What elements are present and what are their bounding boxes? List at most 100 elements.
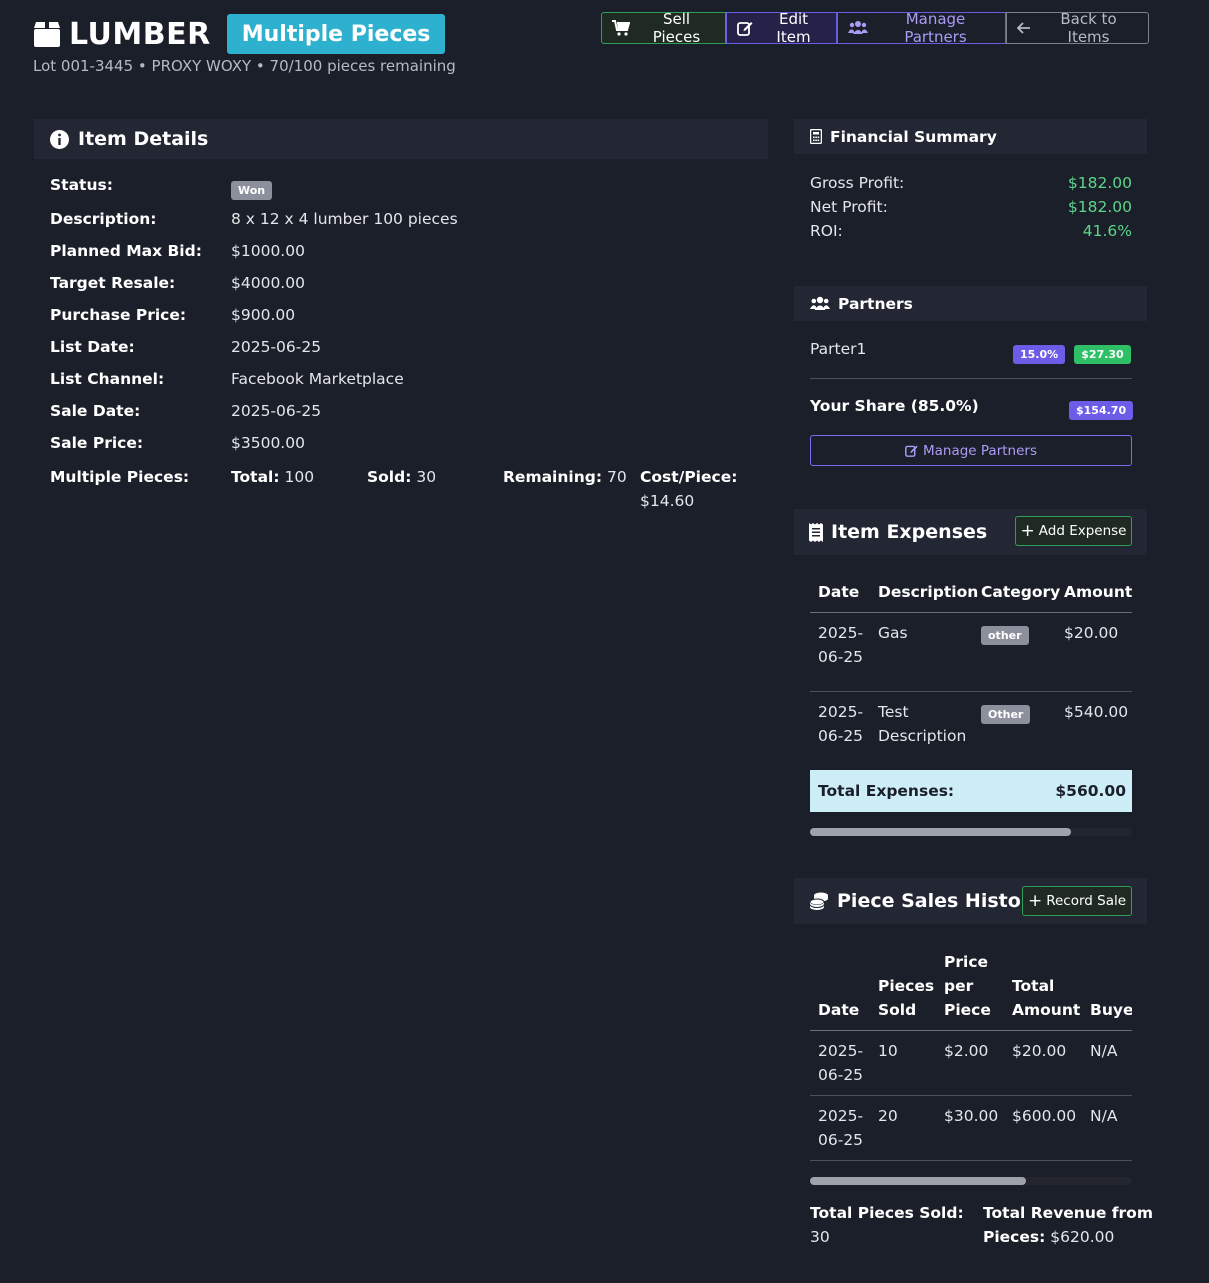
sales-scrollbar-thumb[interactable] xyxy=(810,1177,1026,1185)
expense-amount: $540.00 xyxy=(1064,703,1129,721)
detail-label: Target Resale: xyxy=(50,274,176,292)
sales-col-total-amount: Total Amount xyxy=(1012,974,1080,1022)
partners-divider xyxy=(810,378,1132,379)
expense-date: 2025- 06-25 xyxy=(818,621,863,669)
sales-history-title: Piece Sales History xyxy=(837,890,1043,912)
status-badge: Won xyxy=(231,181,273,200)
record-sale-button[interactable]: + Record Sale xyxy=(1022,886,1132,916)
page-header: LUMBER Multiple Pieces xyxy=(33,14,446,54)
detail-value: $3500.00 xyxy=(231,434,305,452)
back-to-items-button[interactable]: Back to Items xyxy=(1006,10,1149,46)
add-expense-button[interactable]: + Add Expense xyxy=(1015,516,1132,546)
detail-label: List Date: xyxy=(50,338,135,356)
roi-value: 41.6% xyxy=(1082,222,1132,240)
add-expense-label: Add Expense xyxy=(1038,523,1127,539)
expense-description-line1: Test xyxy=(878,703,909,721)
detail-label: Purchase Price: xyxy=(50,306,187,324)
cost-per-piece: Cost/Piece: $14.60 xyxy=(640,465,737,513)
total-revenue-label-line2: Pieces: xyxy=(983,1228,1046,1246)
net-profit-label: Net Profit: xyxy=(810,198,888,216)
detail-value: Facebook Marketplace xyxy=(231,370,404,388)
expense-category-badge: other xyxy=(981,626,1029,645)
sale-price: $30.00 xyxy=(944,1107,999,1125)
detail-label: List Channel: xyxy=(50,370,165,388)
expenses-col-date: Date xyxy=(818,583,860,601)
expense-description: Gas xyxy=(878,624,908,642)
sale-date: 2025- 06-25 xyxy=(818,1039,863,1087)
pieces-sold-value: 30 xyxy=(416,468,437,486)
box-icon xyxy=(34,22,60,47)
item-expenses-title: Item Expenses xyxy=(831,521,988,543)
sales-col-price-line2: per xyxy=(944,977,974,995)
cost-per-piece-label: Cost/Piece: xyxy=(640,468,738,486)
multiple-pieces-badge: Multiple Pieces xyxy=(226,14,446,54)
sales-header-divider xyxy=(810,1030,1132,1031)
net-profit-row: Net Profit: $182.00 xyxy=(810,198,1132,216)
expenses-col-amount: Amount xyxy=(1064,583,1133,601)
net-profit-value: $182.00 xyxy=(1067,198,1132,216)
detail-label: Sale Date: xyxy=(50,402,141,420)
manage-partners-button[interactable]: Manage Partners xyxy=(837,10,1006,46)
detail-value: $4000.00 xyxy=(231,274,305,292)
total-revenue: Total Revenue from Pieces: $620.00 xyxy=(983,1201,1153,1249)
item-details-title: Item Details xyxy=(78,128,209,150)
edit-icon xyxy=(737,20,753,36)
edit-item-button[interactable]: Edit Item xyxy=(726,10,837,46)
detail-value: 8 x 12 x 4 lumber 100 pieces xyxy=(231,210,458,228)
sale-buyer: N/A xyxy=(1090,1042,1118,1060)
gross-profit-value: $182.00 xyxy=(1067,174,1132,192)
back-to-items-label: Back to Items xyxy=(1060,10,1117,46)
edit-item-label: Edit Item xyxy=(776,10,811,46)
manage-partners-card-button[interactable]: Manage Partners xyxy=(810,435,1132,466)
sales-scrollbar[interactable] xyxy=(810,1177,1132,1185)
coins-icon xyxy=(809,892,828,910)
sales-col-price-per-piece: Price per Piece xyxy=(944,950,991,1022)
sale-date: 2025- 06-25 xyxy=(818,1104,863,1152)
pieces-total-label: Total: xyxy=(231,468,280,486)
expenses-header-divider xyxy=(810,612,1132,613)
financial-summary-header: Financial Summary xyxy=(794,119,1147,154)
record-sale-label: Record Sale xyxy=(1046,893,1127,909)
pieces-sold: Sold: 30 xyxy=(367,465,436,489)
multiple-pieces-label: Multiple Pieces: xyxy=(50,468,190,486)
partner-badges: 15.0% $27.30 xyxy=(1013,343,1131,364)
sales-col-price-line3: Piece xyxy=(944,1001,991,1019)
sell-pieces-label: Sell Pieces xyxy=(652,10,701,46)
gross-profit-label: Gross Profit: xyxy=(810,174,905,192)
sale-total: $20.00 xyxy=(1012,1042,1067,1060)
expenses-scrollbar-thumb[interactable] xyxy=(810,828,1071,836)
expenses-col-description: Description xyxy=(878,583,979,601)
sale-date-line2: 06-25 xyxy=(818,1066,864,1084)
sell-pieces-button[interactable]: Sell Pieces xyxy=(601,10,726,46)
detail-value: $900.00 xyxy=(231,306,296,324)
sales-col-pieces-line2: Sold xyxy=(878,1001,917,1019)
sale-pieces: 20 xyxy=(878,1107,898,1125)
detail-label: Description: xyxy=(50,210,157,228)
sales-col-pieces-sold: Pieces Sold xyxy=(878,974,934,1022)
total-pieces-sold-label: Total Pieces Sold: xyxy=(810,1204,964,1222)
sale-date-line1: 2025- xyxy=(818,1042,864,1060)
item-details-header: Item Details xyxy=(34,119,768,159)
sales-col-date: Date xyxy=(818,1001,860,1019)
page-title: LUMBER xyxy=(69,16,211,52)
expenses-scrollbar[interactable] xyxy=(810,828,1132,836)
expense-date-line1: 2025- xyxy=(818,624,864,642)
pieces-remaining: Remaining: 70 xyxy=(503,465,627,489)
cost-per-piece-value: $14.60 xyxy=(640,492,695,510)
expense-date-line2: 06-25 xyxy=(818,648,864,666)
detail-value: 2025-06-25 xyxy=(231,402,322,420)
edit-icon xyxy=(905,445,918,457)
receipt-icon xyxy=(809,522,823,542)
partner-percent-badge: 15.0% xyxy=(1013,345,1066,364)
financial-summary-title: Financial Summary xyxy=(830,127,997,146)
your-share-badge-wrap: $154.70 xyxy=(1069,399,1134,420)
your-share-label: Your Share (85.0%) xyxy=(810,397,979,415)
status-label: Status: xyxy=(50,176,113,194)
users-icon xyxy=(848,20,868,36)
total-revenue-value: $620.00 xyxy=(1050,1228,1115,1246)
your-share-badge: $154.70 xyxy=(1069,401,1134,420)
expense-description: Test Description xyxy=(878,700,966,748)
row-divider xyxy=(810,691,1132,692)
calculator-icon xyxy=(810,129,822,144)
manage-partners-card-label: Manage Partners xyxy=(922,442,1037,459)
